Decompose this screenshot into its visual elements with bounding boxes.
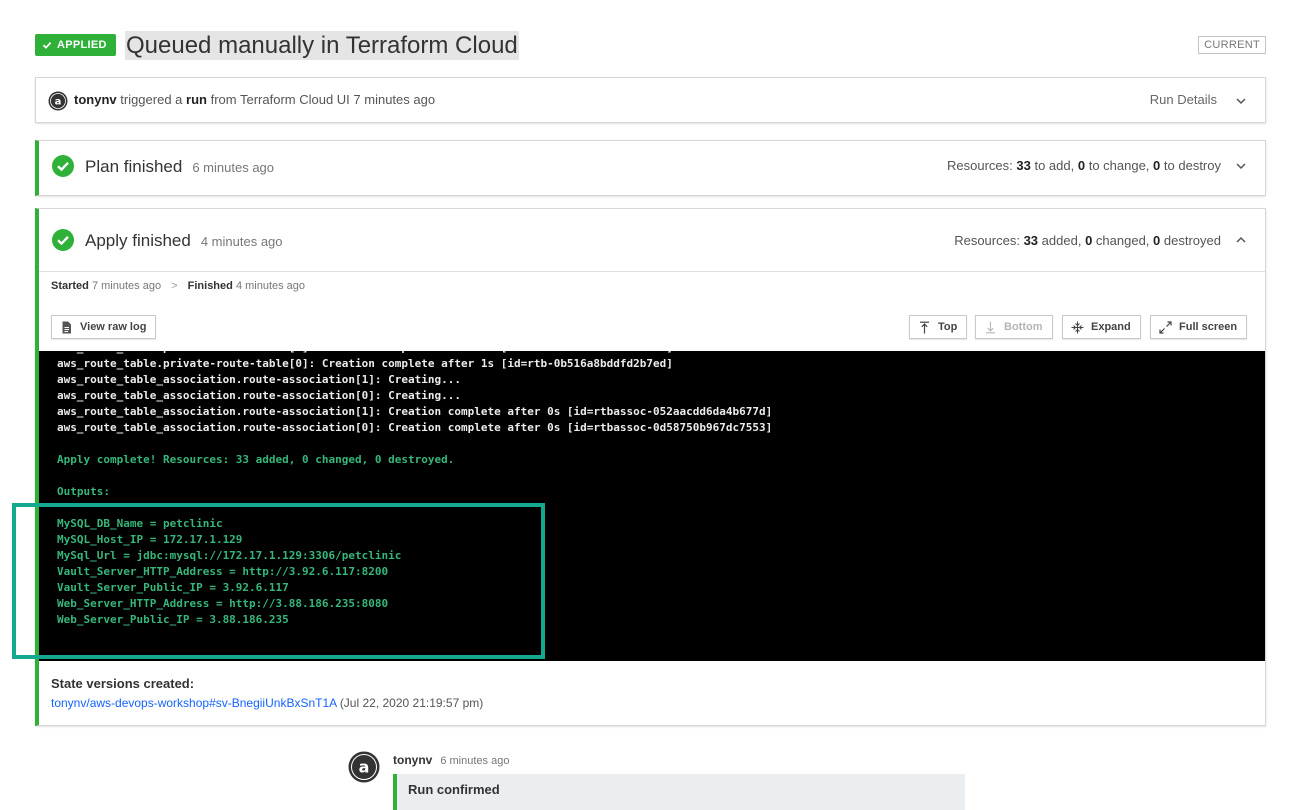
run-details-toggle[interactable]: Run Details — [1150, 78, 1217, 122]
plan-time: 6 minutes ago — [192, 160, 275, 175]
change-count: 0 — [1077, 158, 1086, 173]
apply-title-text: Apply finished — [85, 231, 191, 250]
trigger-user[interactable]: tonynv — [74, 92, 117, 107]
plan-resources-summary: Resources: 33 to add, 0 to change, 0 to … — [947, 158, 1221, 173]
trigger-source: from Terraform Cloud UI 7 minutes ago — [210, 92, 436, 107]
finished-label: Finished — [187, 280, 233, 292]
comment-header: tonynv 6 minutes ago — [393, 753, 509, 767]
log-line: aws_route_table.private-route-table[0]: … — [57, 357, 673, 370]
outputs-highlight-box — [12, 503, 545, 659]
apply-time: 4 minutes ago — [200, 234, 283, 249]
expand-label: Expand — [1091, 321, 1131, 333]
trigger-run-word: run — [186, 92, 207, 107]
plan-title: Plan finished 6 minutes ago — [85, 157, 274, 177]
started-label: Started — [51, 280, 89, 292]
view-raw-log-label: View raw log — [80, 321, 147, 333]
svg-text:a: a — [359, 758, 370, 777]
added-count: 33 — [1023, 233, 1039, 248]
destroyed-count: 0 — [1153, 233, 1161, 248]
log-line: Apply complete! Resources: 33 added, 0 c… — [57, 453, 455, 466]
scroll-top-label: Top — [938, 321, 958, 333]
destroy-count: 0 — [1153, 158, 1161, 173]
log-line: aws_route_table_association.route-associ… — [57, 373, 461, 386]
added-label: added, — [1041, 233, 1082, 248]
state-version-row: tonynv/aws-devops-workshop#sv-BnegiiUnkB… — [51, 696, 483, 710]
expand-icon — [1071, 321, 1084, 333]
page-title: Queued manually in Terraform Cloud — [125, 31, 519, 60]
comment-user[interactable]: tonynv — [393, 753, 432, 767]
arrow-to-bottom-icon — [986, 321, 995, 333]
full-screen-icon — [1159, 320, 1172, 334]
full-screen-label: Full screen — [1179, 321, 1238, 333]
destroy-label: to destroy — [1163, 158, 1221, 173]
log-line: Outputs: — [57, 485, 110, 498]
applied-status-badge: APPLIED — [35, 34, 116, 56]
started-time: 7 minutes ago — [91, 280, 162, 292]
apply-title: Apply finished 4 minutes ago — [85, 231, 283, 251]
run-header: APPLIED Queued manually in Terraform Clo… — [35, 30, 1266, 62]
scroll-bottom-button[interactable]: Bottom — [975, 315, 1053, 339]
document-icon — [62, 321, 71, 333]
add-count: 33 — [1016, 158, 1031, 173]
full-screen-button[interactable]: Full screen — [1150, 315, 1248, 339]
state-version-link[interactable]: tonynv/aws-devops-workshop#sv-BnegiiUnkB… — [51, 696, 336, 710]
expand-button[interactable]: Expand — [1062, 315, 1141, 339]
apply-resources-summary: Resources: 33 added, 0 changed, 0 destro… — [954, 233, 1221, 248]
success-check-icon — [52, 155, 74, 177]
current-badge: CURRENT — [1198, 36, 1266, 54]
check-icon — [42, 41, 52, 49]
success-check-icon — [52, 229, 74, 251]
applied-status-label: APPLIED — [57, 39, 107, 51]
run-trigger-card[interactable]: a tonynv triggered a run from Terraform … — [35, 77, 1266, 123]
plan-finished-card[interactable]: Plan finished 6 minutes ago Resources: 33… — [35, 140, 1266, 196]
resources-label: Resources: — [954, 233, 1020, 248]
apply-timing: Started 7 minutes ago > Finished 4 minut… — [51, 280, 305, 292]
run-confirmed-comment: Run confirmed — [393, 774, 965, 810]
resources-label: Resources: — [946, 158, 1013, 173]
changed-label: changed, — [1095, 233, 1150, 248]
chevron-down-icon[interactable] — [1235, 95, 1247, 107]
timing-separator: > — [171, 280, 178, 292]
changed-count: 0 — [1085, 233, 1093, 248]
scroll-bottom-label: Bottom — [1004, 321, 1043, 333]
trigger-description: tonynv triggered a run from Terraform Cl… — [74, 78, 435, 122]
add-label: to add, — [1034, 158, 1075, 173]
view-raw-log-button[interactable]: View raw log — [51, 315, 157, 339]
state-version-date: (Jul 22, 2020 21:19:57 pm) — [339, 696, 484, 710]
trigger-verb: triggered a — [120, 92, 183, 107]
state-versions-label: State versions created: — [51, 676, 195, 691]
log-line: aws_route_table_association.route-associ… — [57, 389, 461, 402]
svg-text:a: a — [55, 97, 62, 108]
arrow-to-top-icon — [920, 321, 929, 333]
change-label: to change, — [1088, 158, 1150, 173]
scroll-top-button[interactable]: Top — [909, 315, 968, 339]
plan-title-text: Plan finished — [85, 157, 183, 176]
log-line: aws_route_table_association.route-associ… — [57, 405, 773, 418]
divider — [39, 271, 1265, 272]
chevron-up-icon[interactable] — [1235, 234, 1247, 246]
destroyed-label: destroyed — [1163, 233, 1221, 248]
chevron-down-icon[interactable] — [1235, 160, 1247, 172]
user-avatar-icon: a — [348, 751, 380, 783]
comment-time: 6 minutes ago — [440, 755, 510, 767]
finished-time: 4 minutes ago — [235, 280, 306, 292]
log-line: aws_route_table_association.route-associ… — [57, 421, 773, 434]
user-avatar-icon: a — [48, 91, 68, 111]
